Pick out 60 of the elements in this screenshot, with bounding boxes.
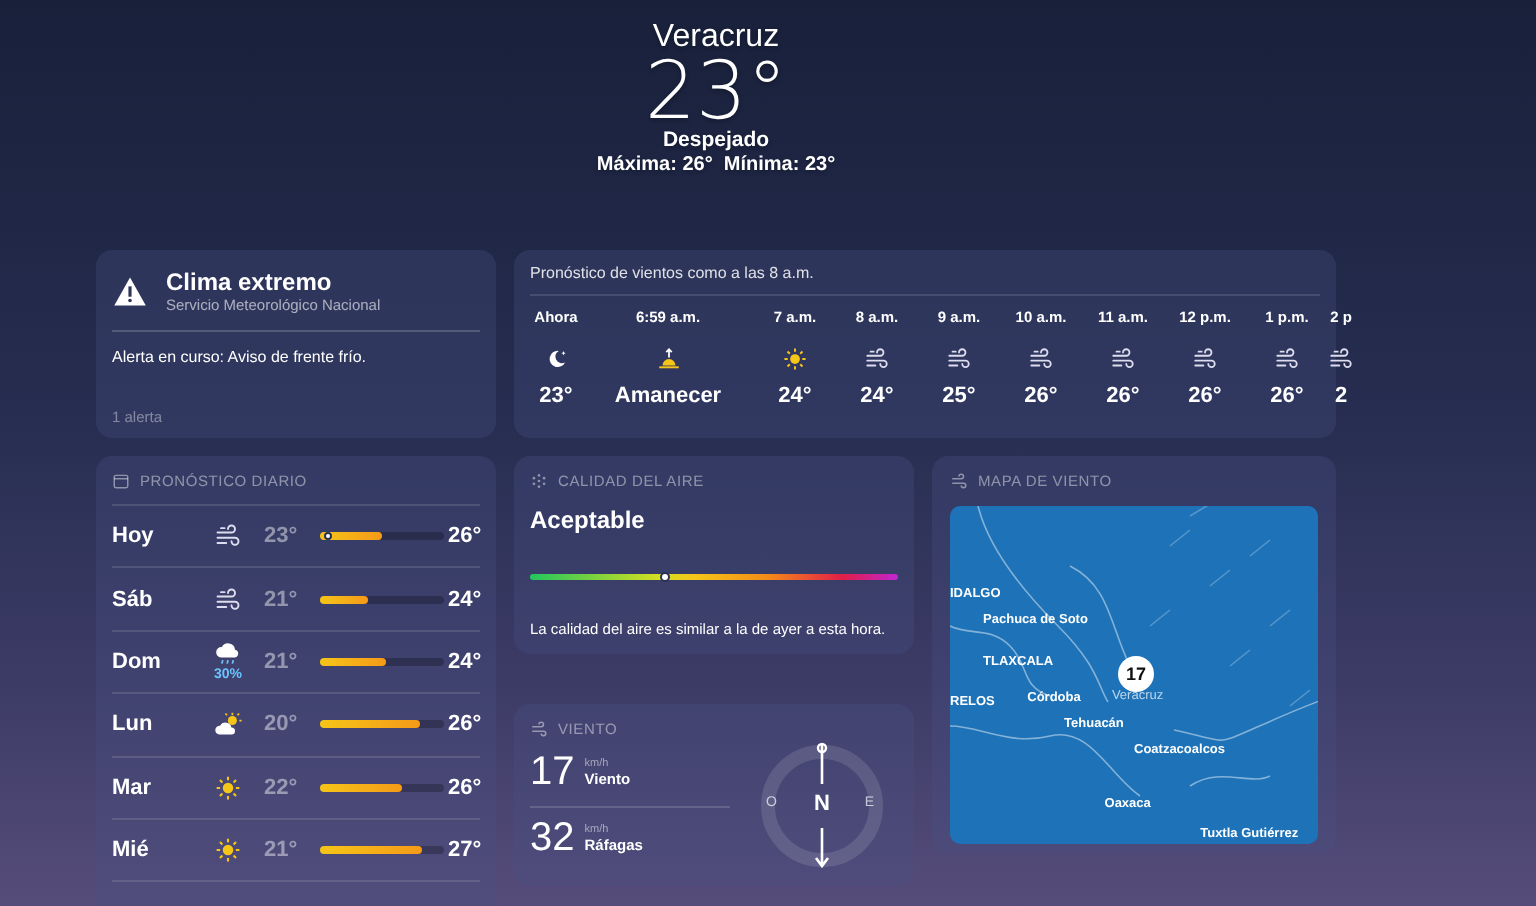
sun-icon: [214, 836, 242, 865]
wind-speed-value: 32: [530, 815, 575, 861]
hour-value: 26°: [1106, 384, 1140, 408]
wind-icon: [1328, 345, 1354, 371]
sunrise-icon: [655, 345, 681, 371]
low-temperature: 21°: [264, 838, 300, 863]
low-temperature: 21°: [264, 649, 300, 674]
air-quality-icon: [530, 472, 548, 490]
low-temperature: 22°: [264, 775, 300, 800]
wind-icon: [1028, 345, 1054, 371]
day-name: Mié: [112, 838, 151, 863]
day-name: Mar: [112, 775, 154, 800]
wind-icon: [1274, 345, 1300, 371]
wind-icon: [1192, 345, 1218, 371]
low-temperature: 21°: [264, 587, 300, 612]
rain-cloud-icon: [214, 640, 242, 669]
wind-direction: N: [814, 791, 830, 815]
hour-value: 26°: [1024, 384, 1058, 408]
wind-speed-value: 17: [530, 750, 575, 796]
high-temperature: 24°: [448, 587, 482, 612]
city-name: Veracruz: [652, 20, 780, 56]
alert-message: Alerta en curso: Aviso de frente frío.: [112, 348, 369, 370]
day-name: Hoy: [112, 524, 156, 549]
hour-value: 26°: [1270, 384, 1304, 408]
air-quality-rating: Aceptable: [530, 506, 647, 534]
warning-icon: [112, 273, 148, 309]
day-name: Lun: [112, 712, 155, 737]
hour-value: 24°: [778, 384, 812, 408]
wind-icon: [950, 472, 968, 490]
wind-icon: [214, 522, 242, 551]
alert-title: Clima extremo: [166, 268, 334, 296]
day-name: Dom: [112, 649, 163, 674]
high-temperature: 26°: [448, 524, 482, 549]
high-temperature: 24°: [448, 649, 482, 674]
sun-icon: [214, 773, 242, 802]
hour-value: 25°: [942, 384, 976, 408]
day-name: Sáb: [112, 587, 155, 612]
calendar-icon: [112, 472, 130, 490]
high-temperature: 26°: [448, 712, 482, 737]
high-temperature: 26°: [448, 775, 482, 800]
wind-icon: [1110, 345, 1136, 371]
sun-behind-cloud-icon: [214, 710, 242, 739]
hour-value: Amanecer: [614, 384, 722, 408]
wind-icon: [864, 345, 890, 371]
hour-value: 26°: [1188, 384, 1222, 408]
condition-text: Despejado: [662, 128, 770, 154]
sun-icon: [782, 345, 808, 371]
wind-icon: [530, 719, 548, 737]
high-temperature: 27°: [448, 838, 482, 863]
hour-value: 23°: [539, 384, 573, 408]
hour-value: 24°: [860, 384, 894, 408]
forecast-title: Pronóstico de vientos como a las 8 a.m.: [530, 264, 1320, 296]
hour-value: 2: [1334, 384, 1348, 408]
high-low-temperatures: Máxima: 26° Mínima: 23°: [596, 154, 836, 178]
wind-icon: [946, 345, 972, 371]
low-temperature: 23°: [264, 524, 300, 549]
wind-icon: [214, 585, 242, 614]
wind-speed-badge: 17: [1118, 656, 1154, 692]
current-temperature: 23°: [645, 56, 787, 128]
low-temperature: 20°: [264, 712, 300, 737]
